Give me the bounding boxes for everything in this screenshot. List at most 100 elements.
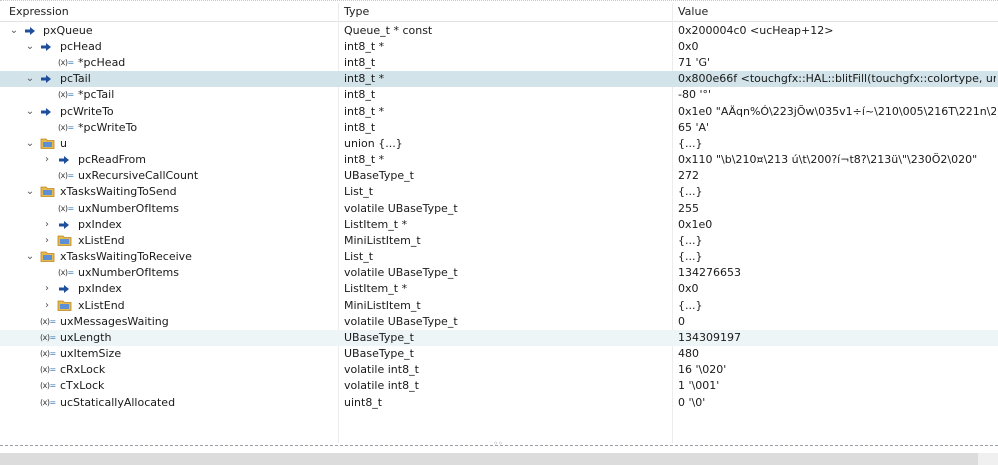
tree-row[interactable]: (x)= cRxLock volatile int8_t 16 '\020' [0, 362, 998, 378]
tree-row[interactable]: › pxIndex ListItem_t * 0x1e0 [0, 217, 998, 233]
value-cell[interactable]: 0x0 [678, 281, 996, 297]
variable-icon: (x)= [40, 398, 56, 407]
expression-name: cTxLock [60, 379, 105, 392]
value-cell[interactable]: 0 [678, 314, 996, 330]
chevron-right-icon[interactable]: › [42, 281, 52, 297]
expression-name: uxNumberOfItems [78, 202, 179, 215]
chevron-right-icon[interactable]: › [42, 298, 52, 314]
tree-row[interactable]: ⌄ pcWriteTo int8_t * 0x1e0 "AÄqn%Ó\223jÕ… [0, 104, 998, 120]
tree-row[interactable]: ⌄ pxQueue Queue_t * const 0x200004c0 <uc… [0, 23, 998, 39]
chevron-down-icon[interactable]: ⌄ [25, 136, 35, 152]
column-header: Expression Type Value [0, 3, 998, 22]
expression-name: pcWriteTo [60, 105, 114, 118]
expression-name: pcHead [60, 40, 102, 53]
value-cell[interactable]: 16 '\020' [678, 362, 996, 378]
type-cell: volatile UBaseType_t [344, 266, 458, 279]
expressions-view: Expression Type Value ⌄ pxQueue Queue_t … [0, 0, 998, 445]
value-cell[interactable]: 255 [678, 201, 996, 217]
horizontal-scrollbar[interactable] [0, 453, 998, 465]
pointer-arrow-icon [24, 23, 36, 39]
tree-row[interactable]: ⌄ u union {...} {...} [0, 136, 998, 152]
value-cell[interactable]: 0x800e66f <touchgfx::HAL::blitFill(touch… [678, 71, 996, 87]
type-cell: volatile int8_t [344, 363, 419, 376]
type-cell: int8_t [344, 121, 376, 134]
variable-icon: (x)= [58, 268, 74, 277]
expression-name: xTasksWaitingToReceive [60, 250, 192, 263]
chevron-down-icon[interactable]: ⌄ [25, 39, 35, 55]
value-cell[interactable]: 1 '\001' [678, 378, 996, 394]
chevron-right-icon[interactable]: › [42, 152, 52, 168]
tree-row[interactable]: (x)= uxNumberOfItems volatile UBaseType_… [0, 265, 998, 281]
tree-row[interactable]: (x)= uxRecursiveCallCount UBaseType_t 27… [0, 168, 998, 184]
type-cell: MiniListItem_t [344, 299, 421, 312]
expression-name: cRxLock [60, 363, 106, 376]
type-cell: ListItem_t * [344, 282, 408, 295]
value-cell[interactable]: -80 '°' [678, 87, 996, 103]
value-cell[interactable]: 0x1e0 [678, 217, 996, 233]
tree-row[interactable]: (x)= *pcTail int8_t -80 '°' [0, 87, 998, 103]
value-cell[interactable]: 0x200004c0 <ucHeap+12> [678, 23, 996, 39]
chevron-down-icon[interactable]: ⌄ [25, 104, 35, 120]
chevron-down-icon[interactable]: ⌄ [9, 23, 19, 39]
expression-name: uxMessagesWaiting [60, 315, 169, 328]
tree-row[interactable]: (x)= cTxLock volatile int8_t 1 '\001' [0, 378, 998, 394]
value-cell[interactable]: 0 '\0' [678, 395, 996, 411]
tree-row[interactable]: (x)= uxMessagesWaiting volatile UBaseTyp… [0, 314, 998, 330]
tree-row[interactable]: ⌄ pcHead int8_t * 0x0 [0, 39, 998, 55]
chevron-right-icon[interactable]: › [42, 217, 52, 233]
expression-name: pcTail [60, 72, 91, 85]
value-cell[interactable]: 480 [678, 346, 996, 362]
value-cell[interactable]: 71 'G' [678, 55, 996, 71]
pointer-arrow-icon [58, 281, 70, 297]
expression-name: uxRecursiveCallCount [78, 169, 199, 182]
type-cell: UBaseType_t [344, 331, 414, 344]
tree-row[interactable]: ⌄ xTasksWaitingToSend List_t {...} [0, 184, 998, 200]
tree-row-selected[interactable]: ⌄ pcTail int8_t * 0x800e66f <touchgfx::H… [0, 71, 998, 87]
tree-row[interactable]: › xListEnd MiniListItem_t {...} [0, 233, 998, 249]
type-cell: List_t [344, 185, 374, 198]
value-cell[interactable]: 0x1e0 "AÄqn%Ó\223jÕw\035v1÷í~\210\005\21… [678, 104, 996, 120]
value-cell[interactable]: {...} [678, 298, 996, 314]
chevron-down-icon[interactable]: ⌄ [25, 71, 35, 87]
value-cell[interactable]: 0x0 [678, 39, 996, 55]
type-cell: int8_t * [344, 40, 385, 53]
scrollbar-thumb[interactable] [0, 453, 978, 465]
variable-icon: (x)= [40, 349, 56, 358]
tree-row[interactable]: (x)= uxItemSize UBaseType_t 480 [0, 346, 998, 362]
value-cell[interactable]: {...} [678, 136, 996, 152]
tree-row[interactable]: (x)= uxLength UBaseType_t 134309197 [0, 330, 998, 346]
chevron-right-icon[interactable]: › [42, 233, 52, 249]
tree-row[interactable]: › pcReadFrom int8_t * 0x110 "\b\210¤\213… [0, 152, 998, 168]
value-cell[interactable]: {...} [678, 233, 996, 249]
type-cell: union {...} [344, 137, 403, 150]
chevron-down-icon[interactable]: ⌄ [25, 184, 35, 200]
value-cell[interactable]: 0x110 "\b\210¤\213 ú\t\200?í¬t8?\213ü\"\… [678, 152, 996, 168]
tree-row[interactable]: (x)= uxNumberOfItems volatile UBaseType_… [0, 201, 998, 217]
variable-icon: (x)= [58, 123, 74, 132]
tree-row[interactable]: (x)= ucStaticallyAllocated uint8_t 0 '\0… [0, 395, 998, 411]
value-cell[interactable]: 134309197 [678, 330, 996, 346]
header-value[interactable]: Value [678, 3, 708, 21]
value-cell[interactable]: 272 [678, 168, 996, 184]
tree-row[interactable]: › xListEnd MiniListItem_t {...} [0, 298, 998, 314]
type-cell: volatile UBaseType_t [344, 202, 458, 215]
value-cell[interactable]: {...} [678, 249, 996, 265]
tree-row[interactable]: (x)= *pcHead int8_t 71 'G' [0, 55, 998, 71]
expression-name: pcReadFrom [78, 153, 146, 166]
tree-row[interactable]: (x)= *pcWriteTo int8_t 65 'A' [0, 120, 998, 136]
chevron-down-icon[interactable]: ⌄ [25, 249, 35, 265]
tree-row[interactable]: ⌄ xTasksWaitingToReceive List_t {...} [0, 249, 998, 265]
value-cell[interactable]: {...} [678, 184, 996, 200]
tree-row[interactable]: › pxIndex ListItem_t * 0x0 [0, 281, 998, 297]
type-cell: int8_t [344, 88, 376, 101]
value-cell[interactable]: 134276653 [678, 265, 996, 281]
variable-icon: (x)= [58, 204, 74, 213]
value-cell[interactable]: 65 'A' [678, 120, 996, 136]
header-type[interactable]: Type [344, 3, 369, 21]
header-expression[interactable]: Expression [9, 3, 69, 21]
variable-icon: (x)= [40, 381, 56, 390]
pointer-arrow-icon [58, 217, 70, 233]
sash-grip-icon[interactable]: ◦◦ [492, 440, 504, 448]
type-cell: int8_t * [344, 72, 385, 85]
variable-icon: (x)= [40, 365, 56, 374]
